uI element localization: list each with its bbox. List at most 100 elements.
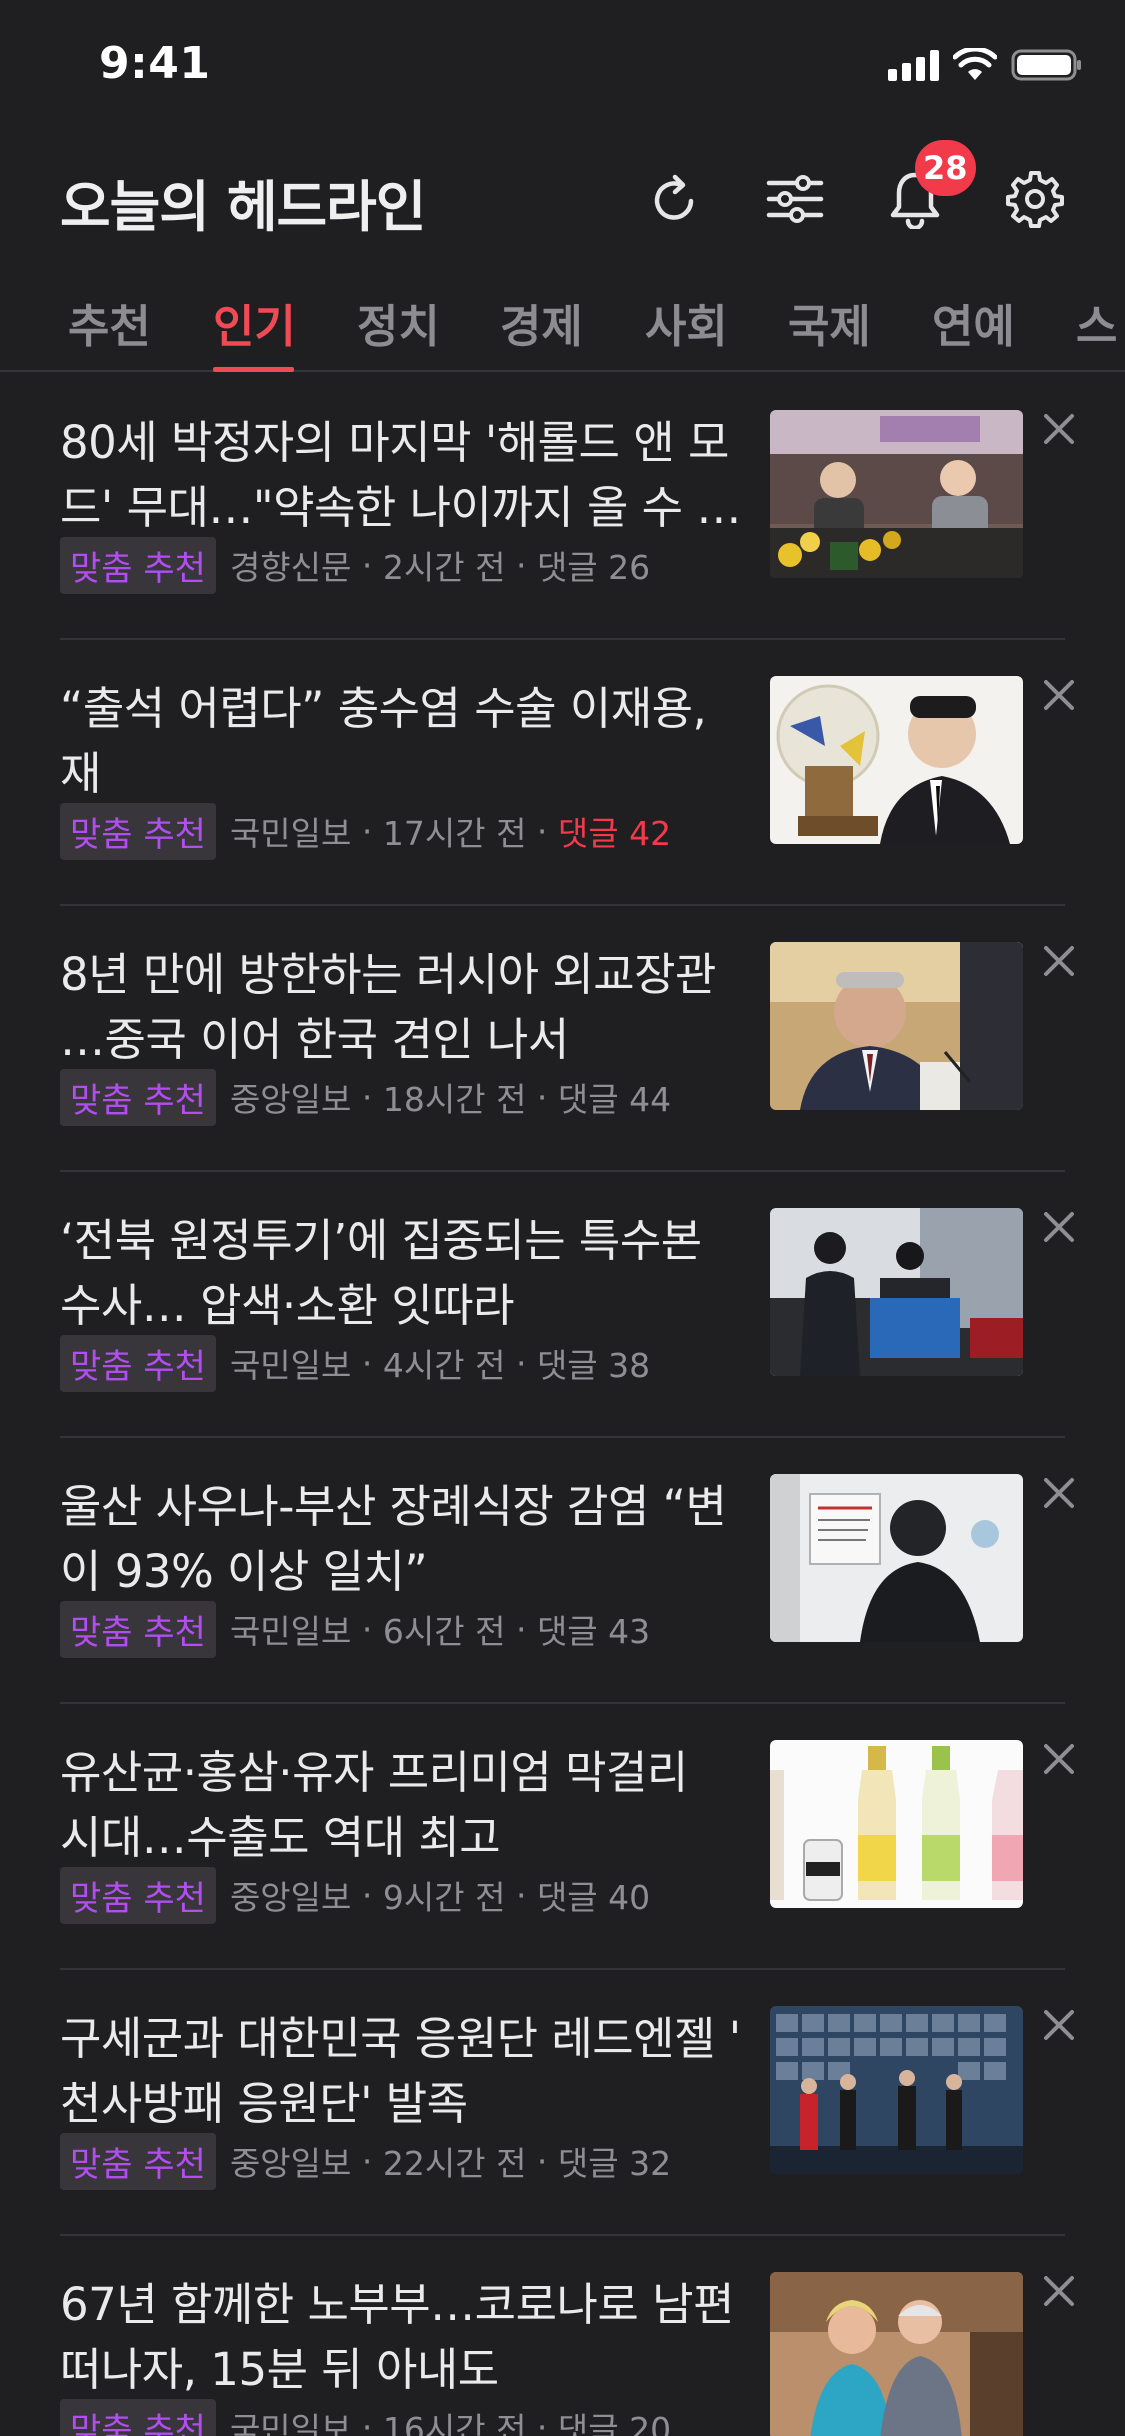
article-source: 국민일보 — [229, 1346, 352, 1385]
article-headline[interactable]: 8년 만에 방한하는 러시아 외교장관 …중국 이어 한국 견인 나서 — [60, 942, 750, 1072]
article-meta: 맞춤 추천 중앙일보 · 9시간 전 · 댓글 40 — [60, 1866, 650, 1924]
article-meta: 맞춤 추천 국민일보 · 16시간 전 · 댓글 20 — [60, 2398, 672, 2436]
article-item[interactable]: 구세군과 대한민국 응원단 레드엔젤 ' 천사방패 응원단' 발족 맞춤 추천 … — [0, 1970, 1125, 2236]
article-item[interactable]: 67년 함께한 노부부…코로나로 남편 떠나자, 15분 뒤 아내도 맞춤 추천… — [0, 2236, 1125, 2436]
article-item[interactable]: 8년 만에 방한하는 러시아 외교장관 …중국 이어 한국 견인 나서 맞춤 추… — [0, 906, 1125, 1172]
tab-entertainment[interactable]: 연예 — [932, 290, 1015, 355]
meta-separator: · — [351, 1875, 383, 1915]
article-item[interactable]: 80세 박정자의 마지막 '해롤드 앤 모 드' 무대…"약속한 나이까지 올 … — [0, 374, 1125, 640]
article-thumbnail[interactable] — [770, 2006, 1023, 2174]
recommend-badge: 맞춤 추천 — [60, 2132, 216, 2190]
status-time: 9:41 — [99, 38, 211, 89]
article-headline[interactable]: 80세 박정자의 마지막 '해롤드 앤 모 드' 무대…"약속한 나이까지 올 … — [60, 410, 750, 540]
meta-separator: · — [505, 545, 537, 585]
article-thumbnail[interactable] — [770, 1740, 1023, 1908]
meta-separator: · — [351, 545, 383, 585]
close-icon[interactable] — [1040, 676, 1078, 714]
article-time: 6시간 전 — [382, 1612, 506, 1651]
tab-recommended[interactable]: 추천 — [68, 290, 151, 355]
article-source: 중앙일보 — [229, 1080, 352, 1119]
tab-sports[interactable]: 스 — [1076, 290, 1117, 355]
article-source: 국민일보 — [229, 2410, 352, 2436]
article-comments: 댓글 26 — [536, 548, 651, 587]
tab-popular[interactable]: 인기 — [213, 290, 296, 355]
gear-icon — [1006, 171, 1064, 228]
close-icon[interactable] — [1040, 2006, 1078, 2044]
article-time: 22시간 전 — [382, 2144, 527, 2183]
article-thumbnail[interactable] — [770, 942, 1023, 1110]
sliders-icon — [766, 175, 824, 223]
category-tabs: 추천 인기 정치 경제 사회 국제 연예 스 — [0, 280, 1125, 372]
article-thumbnail[interactable] — [770, 1474, 1023, 1642]
article-meta: 맞춤 추천 국민일보 · 17시간 전 · 댓글 42 — [60, 802, 672, 860]
tab-politics[interactable]: 정치 — [357, 290, 440, 355]
article-comments: 댓글 43 — [536, 1612, 651, 1651]
article-headline[interactable]: ‘전북 원정투기’에 집중되는 특수본 수사… 압색·소환 잇따라 — [60, 1208, 750, 1338]
article-time: 4시간 전 — [382, 1346, 506, 1385]
meta-separator: · — [526, 2407, 558, 2436]
tab-economy[interactable]: 경제 — [500, 290, 583, 355]
tab-society[interactable]: 사회 — [645, 290, 728, 355]
close-icon[interactable] — [1040, 1740, 1078, 1778]
article-source: 경향신문 — [229, 548, 352, 587]
status-bar: 9:41 — [0, 0, 1125, 132]
article-headline[interactable]: 67년 함께한 노부부…코로나로 남편 떠나자, 15분 뒤 아내도 — [60, 2272, 750, 2402]
settings-button[interactable] — [1002, 166, 1068, 232]
article-source: 국민일보 — [229, 1612, 352, 1651]
article-meta: 맞춤 추천 국민일보 · 4시간 전 · 댓글 38 — [60, 1334, 650, 1392]
article-item[interactable]: 울산 사우나-부산 장례식장 감염 “변 이 93% 이상 일치” 맞춤 추천 … — [0, 1438, 1125, 1704]
article-meta: 맞춤 추천 경향신문 · 2시간 전 · 댓글 26 — [60, 536, 651, 594]
meta-separator: · — [526, 811, 558, 851]
page-title: 오늘의 헤드라인 — [60, 175, 426, 239]
article-comments: 댓글 44 — [557, 1080, 672, 1119]
meta-separator: · — [505, 1609, 537, 1649]
article-thumbnail[interactable] — [770, 410, 1023, 578]
battery-icon — [1011, 49, 1081, 81]
article-source: 중앙일보 — [229, 1878, 352, 1917]
meta-separator: · — [351, 1343, 383, 1383]
diplomat-image — [770, 942, 1023, 1110]
article-item[interactable]: “출석 어렵다” 충수염 수술 이재용, 재 판 연기 신청 맞춤 추천 국민일… — [0, 640, 1125, 906]
press-conference-image — [770, 410, 1023, 578]
article-time: 18시간 전 — [382, 1080, 527, 1119]
meta-separator: · — [526, 2141, 558, 2181]
recommend-badge: 맞춤 추천 — [60, 536, 216, 594]
recommend-badge: 맞춤 추천 — [60, 1866, 216, 1924]
filter-button[interactable] — [762, 166, 828, 232]
close-icon[interactable] — [1040, 2272, 1078, 2310]
article-headline[interactable]: “출석 어렵다” 충수염 수술 이재용, 재 판 연기 신청 — [60, 676, 750, 806]
meta-separator: · — [351, 2407, 383, 2436]
recommend-badge: 맞춤 추천 — [60, 802, 216, 860]
article-headline[interactable]: 구세군과 대한민국 응원단 레드엔젤 ' 천사방패 응원단' 발족 — [60, 2006, 750, 2136]
article-item[interactable]: ‘전북 원정투기’에 집중되는 특수본 수사… 압색·소환 잇따라 맞춤 추천 … — [0, 1172, 1125, 1438]
close-icon[interactable] — [1040, 1474, 1078, 1512]
recommend-badge: 맞춤 추천 — [60, 1600, 216, 1658]
article-comments: 댓글 20 — [557, 2410, 672, 2436]
article-headline[interactable]: 유산균·홍삼·유자 프리미엄 막걸리 시대…수출도 역대 최고 — [60, 1740, 750, 1870]
close-icon[interactable] — [1040, 410, 1078, 448]
refresh-icon — [654, 174, 694, 220]
elderly-couple-image — [770, 2272, 1023, 2436]
meta-separator: · — [505, 1875, 537, 1915]
article-thumbnail[interactable] — [770, 676, 1023, 844]
meta-separator: · — [351, 1609, 383, 1649]
article-thumbnail[interactable] — [770, 1208, 1023, 1376]
article-headline[interactable]: 울산 사우나-부산 장례식장 감염 “변 이 93% 이상 일치” — [60, 1474, 750, 1604]
refresh-button[interactable] — [642, 166, 708, 232]
article-item[interactable]: 유산균·홍삼·유자 프리미엄 막걸리 시대…수출도 역대 최고 맞춤 추천 중앙… — [0, 1704, 1125, 1970]
article-time: 2시간 전 — [382, 548, 506, 587]
article-comments: 댓글 32 — [557, 2144, 672, 2183]
recommend-badge: 맞춤 추천 — [60, 1334, 216, 1392]
close-icon[interactable] — [1040, 1208, 1078, 1246]
recommend-badge: 맞춤 추천 — [60, 1068, 216, 1126]
close-icon[interactable] — [1040, 942, 1078, 980]
tab-international[interactable]: 국제 — [788, 290, 871, 355]
article-thumbnail[interactable] — [770, 2272, 1023, 2436]
app-header: 오늘의 헤드라인 28 — [0, 140, 1125, 250]
article-comments-hot: 댓글 42 — [557, 814, 672, 853]
investigation-image — [770, 1208, 1023, 1376]
meta-separator: · — [351, 2141, 383, 2181]
article-meta: 맞춤 추천 중앙일보 · 18시간 전 · 댓글 44 — [60, 1068, 672, 1126]
article-source: 중앙일보 — [229, 2144, 352, 2183]
notification-badge: 28 — [915, 140, 976, 196]
